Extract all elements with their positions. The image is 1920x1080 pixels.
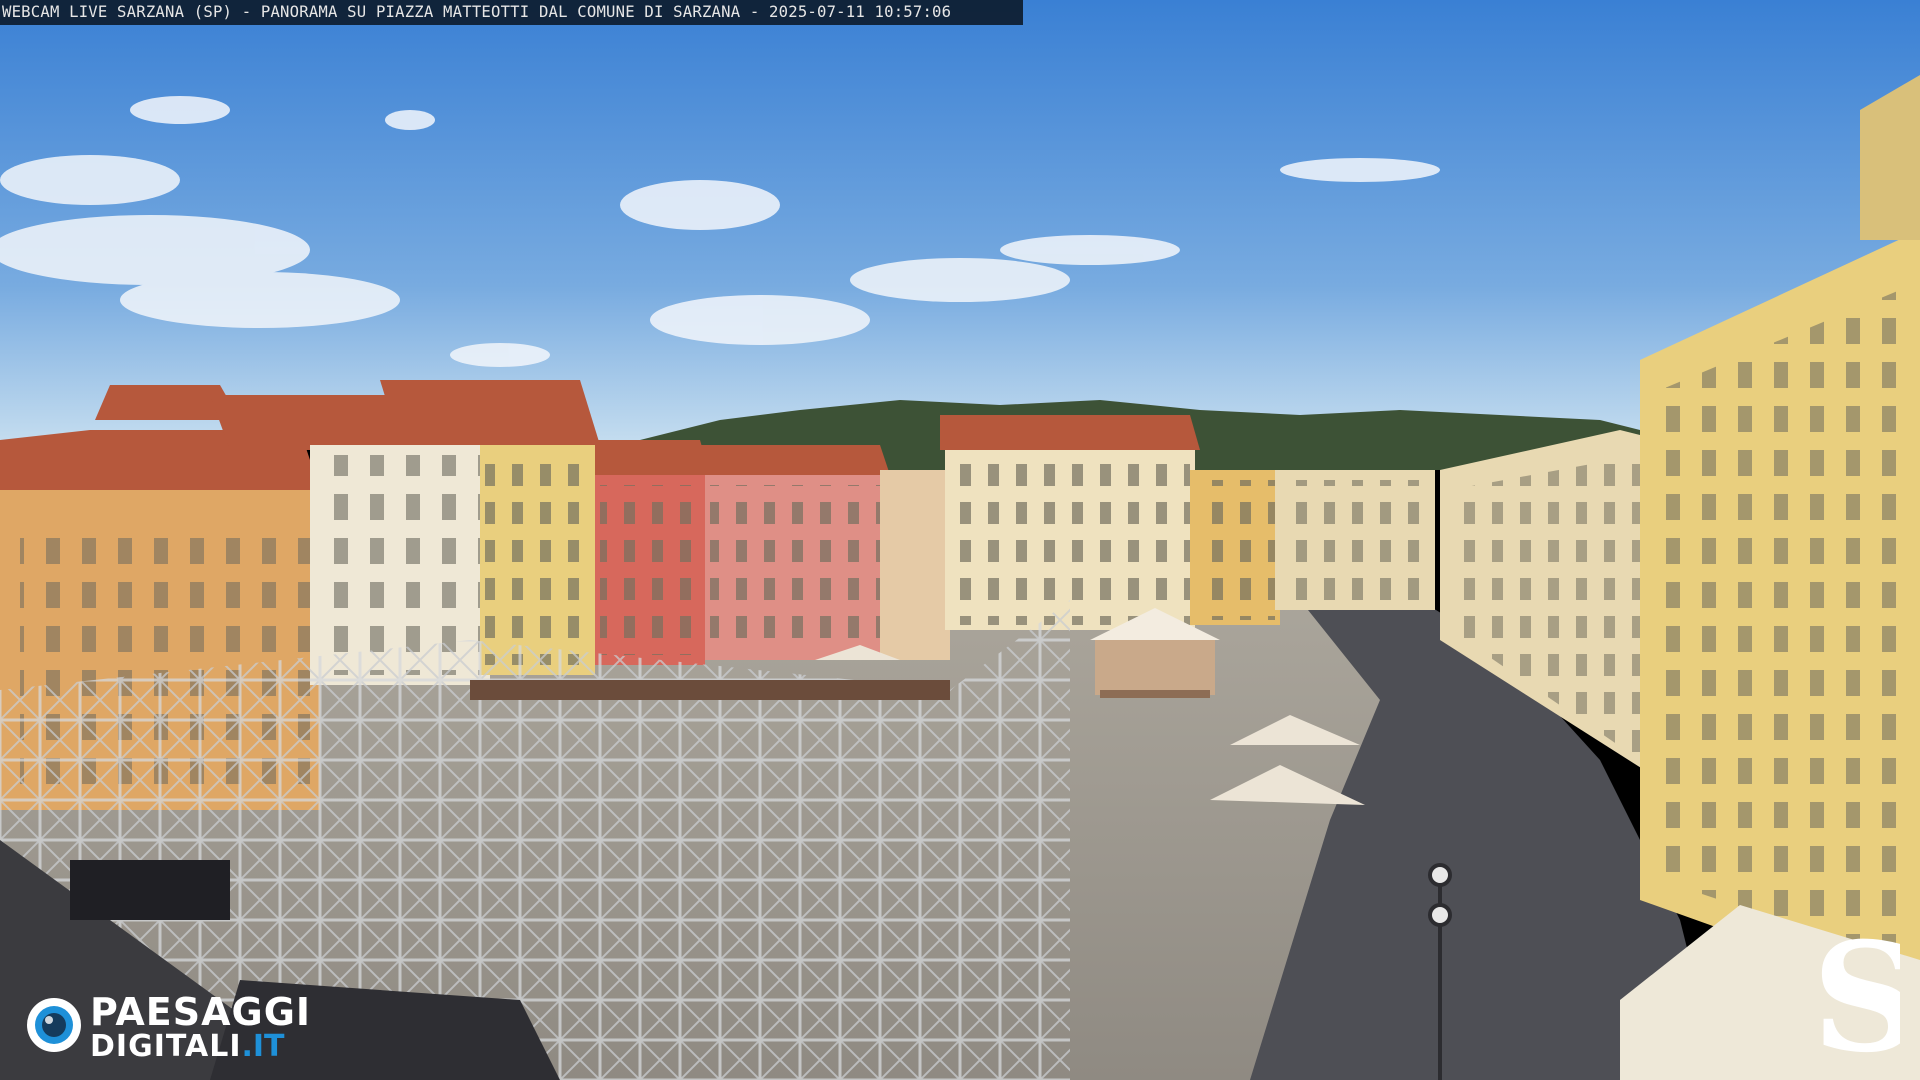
logo-text-paesaggi: PAESAGGI: [90, 990, 311, 1034]
logo-text-digitali: DIGITALI.IT: [90, 1029, 285, 1060]
logo-text-digitali-suffix: .IT: [241, 1029, 285, 1060]
sarzana-s-logo: S: [1812, 920, 1900, 1060]
camera-lens-icon: [27, 998, 81, 1052]
sarzana-s-glyph: S: [1812, 920, 1900, 1060]
webcam-caption: WEBCAM LIVE SARZANA (SP) - PANORAMA SU P…: [2, 3, 952, 21]
paesaggi-digitali-logo: PAESAGGI DIGITALI.IT: [27, 990, 311, 1060]
webcam-caption-bar: WEBCAM LIVE SARZANA (SP) - PANORAMA SU P…: [0, 0, 1023, 25]
webcam-scene: [0, 0, 1920, 1080]
sky: [0, 0, 1920, 440]
webcam-frame: WEBCAM LIVE SARZANA (SP) - PANORAMA SU P…: [0, 0, 1920, 1080]
logo-text-digitali-main: DIGITALI: [90, 1029, 241, 1060]
